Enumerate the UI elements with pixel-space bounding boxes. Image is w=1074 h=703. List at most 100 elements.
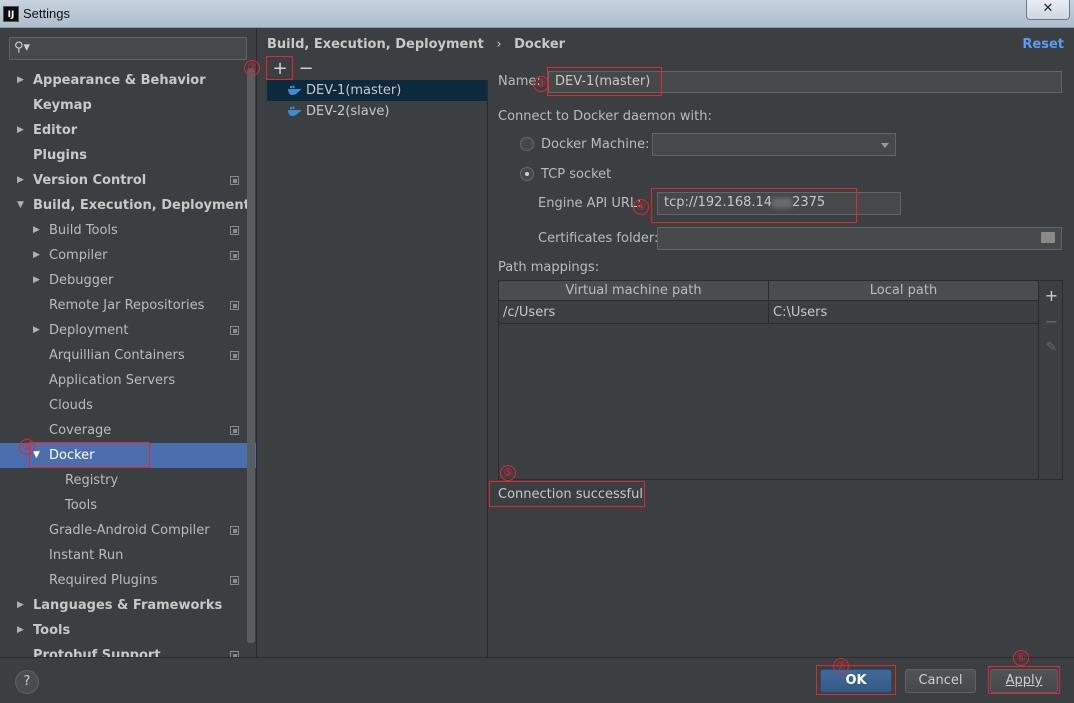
- chevron-down-icon: [881, 143, 889, 148]
- tree-item-label: Coverage: [49, 423, 112, 438]
- tree-item[interactable]: Protobuf Support: [0, 643, 256, 657]
- project-settings-icon: [230, 176, 239, 185]
- close-icon: ✕: [1042, 1, 1054, 16]
- annotation-box-apply: [988, 666, 1060, 694]
- tree-item-label: Tools: [65, 498, 98, 513]
- docker-config-name: DEV-2(slave): [306, 104, 390, 119]
- collapsed-arrow-icon[interactable]: ▶: [17, 68, 24, 93]
- table-toolbar: + − ✎: [1040, 280, 1063, 480]
- tree-item-label: Build Tools: [49, 223, 118, 238]
- cell-virtual-path[interactable]: /c/Users: [499, 302, 768, 323]
- tree-item[interactable]: ▶ Build Tools: [0, 218, 256, 243]
- folder-icon[interactable]: [1041, 232, 1055, 243]
- connect-label: Connect to Docker daemon with:: [498, 109, 712, 124]
- tree-item[interactable]: Instant Run: [0, 543, 256, 568]
- tree-item[interactable]: ▶ Editor: [0, 118, 256, 143]
- column-virtual-machine-path[interactable]: Virtual machine path: [499, 281, 768, 301]
- collapsed-arrow-icon[interactable]: ▶: [33, 318, 40, 343]
- breadcrumb-parent: Build, Execution, Deployment: [267, 37, 484, 52]
- project-settings-icon: [230, 226, 239, 235]
- tree-item[interactable]: Coverage: [0, 418, 256, 443]
- cell-local-path[interactable]: C:\Users: [769, 302, 1038, 323]
- path-mappings-table: Virtual machine path Local path /c/Users…: [498, 280, 1039, 480]
- tree-item-label: Editor: [33, 123, 78, 138]
- tree-item[interactable]: ▶ Appearance & Behavior: [0, 68, 256, 93]
- tree-item[interactable]: Registry: [0, 468, 256, 493]
- collapsed-arrow-icon[interactable]: ▶: [33, 268, 40, 293]
- annotation-number: ①: [19, 439, 35, 455]
- annotation-box-add: [266, 56, 293, 80]
- expanded-arrow-icon[interactable]: ▼: [17, 193, 24, 218]
- panel-divider: [256, 28, 257, 657]
- breadcrumb: Build, Execution, Deployment › Docker: [267, 37, 565, 52]
- reset-link[interactable]: Reset: [1022, 37, 1064, 52]
- tree-item-label: Clouds: [49, 398, 93, 413]
- tree-item[interactable]: Clouds: [0, 393, 256, 418]
- tree-scrollbar[interactable]: [247, 68, 255, 643]
- tree-item[interactable]: ▶ Tools: [0, 618, 256, 643]
- collapsed-arrow-icon[interactable]: ▶: [33, 243, 40, 268]
- docker-machine-radio[interactable]: [520, 137, 534, 151]
- edit-mapping-button[interactable]: ✎: [1044, 340, 1059, 355]
- annotation-box-ok: [816, 665, 896, 695]
- intellij-app-icon: IJ: [3, 6, 19, 22]
- tree-item[interactable]: ▶ Languages & Frameworks: [0, 593, 256, 618]
- breadcrumb-current: Docker: [514, 37, 566, 52]
- tree-item[interactable]: Application Servers: [0, 368, 256, 393]
- annotation-box-engine-url: [651, 188, 857, 223]
- tree-item-label: Keymap: [33, 98, 92, 113]
- tree-item[interactable]: ▼ Build, Execution, Deployment: [0, 193, 256, 218]
- close-window-button[interactable]: ✕: [1026, 0, 1070, 20]
- tree-item[interactable]: Tools: [0, 493, 256, 518]
- tree-item[interactable]: ▶ Compiler: [0, 243, 256, 268]
- add-mapping-button[interactable]: +: [1044, 288, 1059, 304]
- window-title: Settings: [23, 6, 70, 21]
- settings-search-input[interactable]: ⚲▾: [9, 37, 247, 60]
- engine-api-url-label: Engine API URL:: [538, 196, 642, 211]
- annotation-box-status: [489, 481, 645, 507]
- tree-item-label: Deployment: [49, 323, 129, 338]
- help-button[interactable]: ?: [15, 670, 39, 694]
- tree-item[interactable]: ▶ Deployment: [0, 318, 256, 343]
- remove-config-button[interactable]: −: [297, 60, 315, 78]
- tree-item-label: Debugger: [49, 273, 114, 288]
- docker-machine-select[interactable]: [652, 133, 896, 156]
- settings-tree-panel: ⚲▾ ▶ Appearance & Behavior Keymap ▶ Editor Pl…: [0, 28, 256, 657]
- collapsed-arrow-icon[interactable]: ▶: [17, 593, 24, 618]
- tree-item-label: Arquillian Containers: [49, 348, 185, 363]
- tree-item[interactable]: Plugins: [0, 143, 256, 168]
- collapsed-arrow-icon[interactable]: ▶: [17, 168, 24, 193]
- docker-whale-icon: [288, 85, 301, 96]
- collapsed-arrow-icon[interactable]: ▶: [17, 618, 24, 643]
- project-settings-icon: [230, 301, 239, 310]
- annotation-number: ②: [244, 60, 260, 76]
- project-settings-icon: [230, 351, 239, 360]
- cancel-button[interactable]: Cancel: [905, 669, 976, 693]
- certificates-folder-input[interactable]: [657, 227, 1062, 250]
- tree-item-label: Registry: [65, 473, 119, 488]
- tree-item-label: Remote Jar Repositories: [49, 298, 205, 313]
- tree-item[interactable]: Remote Jar Repositories: [0, 293, 256, 318]
- annotation-box-docker: [29, 442, 150, 468]
- tree-item[interactable]: Keymap: [0, 93, 256, 118]
- tree-item-label: Appearance & Behavior: [33, 73, 206, 88]
- tree-item-label: Languages & Frameworks: [33, 598, 223, 613]
- tree-item-label: Application Servers: [49, 373, 176, 388]
- collapsed-arrow-icon[interactable]: ▶: [33, 218, 40, 243]
- tcp-socket-label: TCP socket: [541, 167, 612, 182]
- project-settings-icon: [230, 526, 239, 535]
- tcp-socket-radio[interactable]: [520, 167, 534, 181]
- breadcrumb-separator: ›: [496, 37, 502, 52]
- tree-item[interactable]: ▶ Debugger: [0, 268, 256, 293]
- collapsed-arrow-icon[interactable]: ▶: [17, 118, 24, 143]
- tree-item[interactable]: ▶ Version Control: [0, 168, 256, 193]
- docker-config-item[interactable]: DEV-1(master): [267, 80, 487, 101]
- project-settings-icon: [230, 251, 239, 260]
- annotation-box-name: [547, 67, 662, 96]
- tree-item[interactable]: Required Plugins: [0, 568, 256, 593]
- tree-item[interactable]: Arquillian Containers: [0, 343, 256, 368]
- remove-mapping-button[interactable]: −: [1044, 314, 1059, 330]
- column-local-path[interactable]: Local path: [769, 281, 1038, 301]
- tree-item[interactable]: Gradle-Android Compiler: [0, 518, 256, 543]
- docker-config-item[interactable]: DEV-2(slave): [267, 101, 487, 122]
